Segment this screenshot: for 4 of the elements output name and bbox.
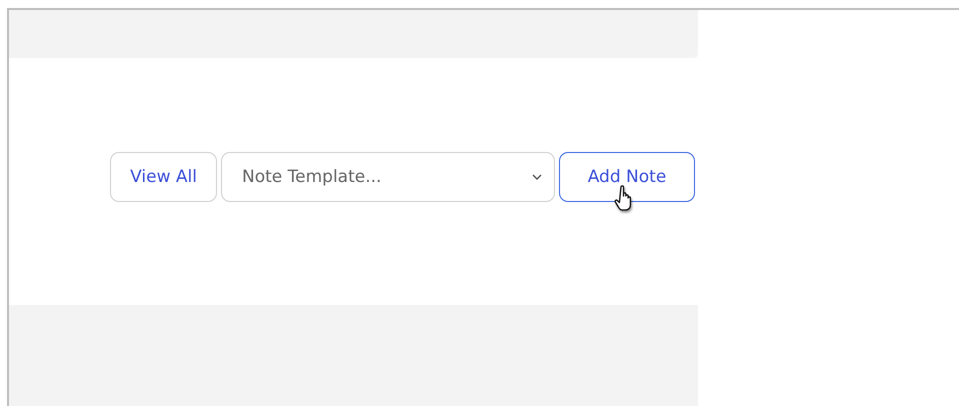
template-select[interactable]: Note Template... (221, 152, 555, 202)
chevron-down-icon (532, 174, 542, 180)
add-note-button[interactable]: Add Note (559, 152, 695, 202)
view-all-button[interactable]: View All (110, 152, 217, 202)
